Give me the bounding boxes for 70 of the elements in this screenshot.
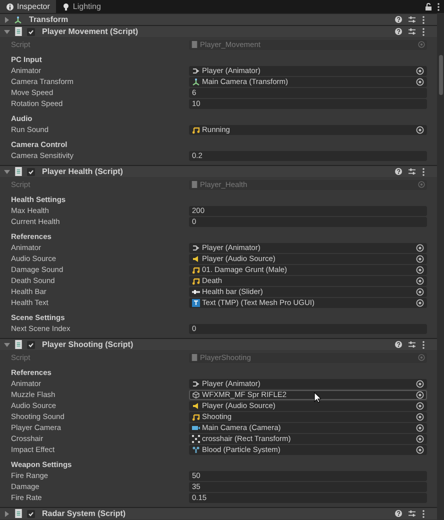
expanded-arrow-icon[interactable] (4, 168, 10, 174)
more-icon[interactable] (422, 168, 425, 176)
music-note-icon (192, 126, 200, 134)
more-icon[interactable] (422, 340, 425, 348)
animator-icon (192, 244, 200, 252)
component-header[interactable]: Player Shooting (Script) (0, 338, 437, 350)
sliders-icon[interactable] (408, 168, 416, 175)
object-picker-icon (418, 41, 425, 48)
script-file-icon (191, 41, 198, 48)
expanded-arrow-icon[interactable] (4, 28, 10, 34)
help-icon[interactable] (395, 510, 402, 517)
sliders-icon[interactable] (408, 341, 416, 348)
more-icon[interactable] (422, 510, 425, 518)
scrollbar[interactable] (437, 13, 444, 520)
object-picker-icon (418, 181, 425, 188)
animator-icon (192, 66, 200, 74)
animator-icon (192, 380, 200, 388)
music-note-icon (192, 266, 200, 274)
help-icon[interactable] (395, 16, 402, 23)
rect-transform-icon (192, 434, 200, 442)
component-header[interactable]: Transform (0, 13, 437, 25)
speaker-icon (192, 254, 200, 262)
sliders-icon[interactable] (408, 510, 416, 517)
sliders-icon[interactable] (408, 28, 416, 35)
help-icon[interactable] (395, 28, 402, 35)
mouse-cursor-icon (314, 392, 321, 403)
tab[interactable]: Lighting (56, 0, 107, 13)
component-header[interactable]: Player Movement (Script) (0, 25, 437, 37)
cube-icon (192, 390, 200, 398)
sliders-icon[interactable] (408, 16, 416, 23)
script-file-icon (14, 340, 23, 349)
script-file-icon (191, 181, 198, 188)
script-file-icon (14, 27, 23, 36)
script-file-icon (14, 509, 23, 518)
script-file-icon (191, 354, 198, 361)
light-bulb-icon (62, 2, 70, 10)
object-picker-icon[interactable] (416, 126, 424, 134)
script-file-icon (14, 167, 23, 176)
help-icon[interactable] (395, 341, 402, 348)
music-note-icon (192, 412, 200, 420)
collapsed-arrow-icon[interactable] (4, 16, 10, 22)
component-title: Player Health (Script) (42, 166, 123, 178)
collapsed-arrow-icon[interactable] (4, 510, 10, 516)
info-icon (6, 2, 14, 10)
camera-icon (192, 424, 200, 432)
enabled-checkbox[interactable] (27, 510, 35, 518)
component-title: Player Shooting (Script) (42, 338, 134, 350)
component-header[interactable]: Player Health (Script) (0, 165, 437, 177)
help-icon[interactable] (395, 168, 402, 175)
more-icon[interactable] (422, 28, 425, 36)
enabled-checkbox[interactable] (27, 340, 35, 348)
music-note-icon (192, 276, 200, 284)
axes-icon (14, 16, 22, 24)
slider-icon (192, 288, 200, 296)
particle-icon (192, 446, 200, 454)
speaker-icon (192, 402, 200, 410)
component-title: Player Movement (Script) (42, 26, 138, 38)
enabled-checkbox[interactable] (27, 28, 35, 36)
more-icon[interactable] (437, 2, 440, 10)
component-title: Radar System (Script) (42, 508, 126, 520)
expanded-arrow-icon[interactable] (4, 342, 10, 348)
more-icon[interactable] (422, 16, 425, 24)
component-header[interactable]: Radar System (Script) (0, 507, 437, 519)
lock-icon[interactable] (425, 2, 432, 10)
component-title: Transform (29, 14, 68, 26)
axes-icon (192, 78, 200, 86)
object-picker-icon (418, 354, 425, 361)
enabled-checkbox[interactable] (27, 168, 35, 176)
tab[interactable]: Inspector (0, 0, 56, 13)
text-icon (192, 298, 200, 306)
